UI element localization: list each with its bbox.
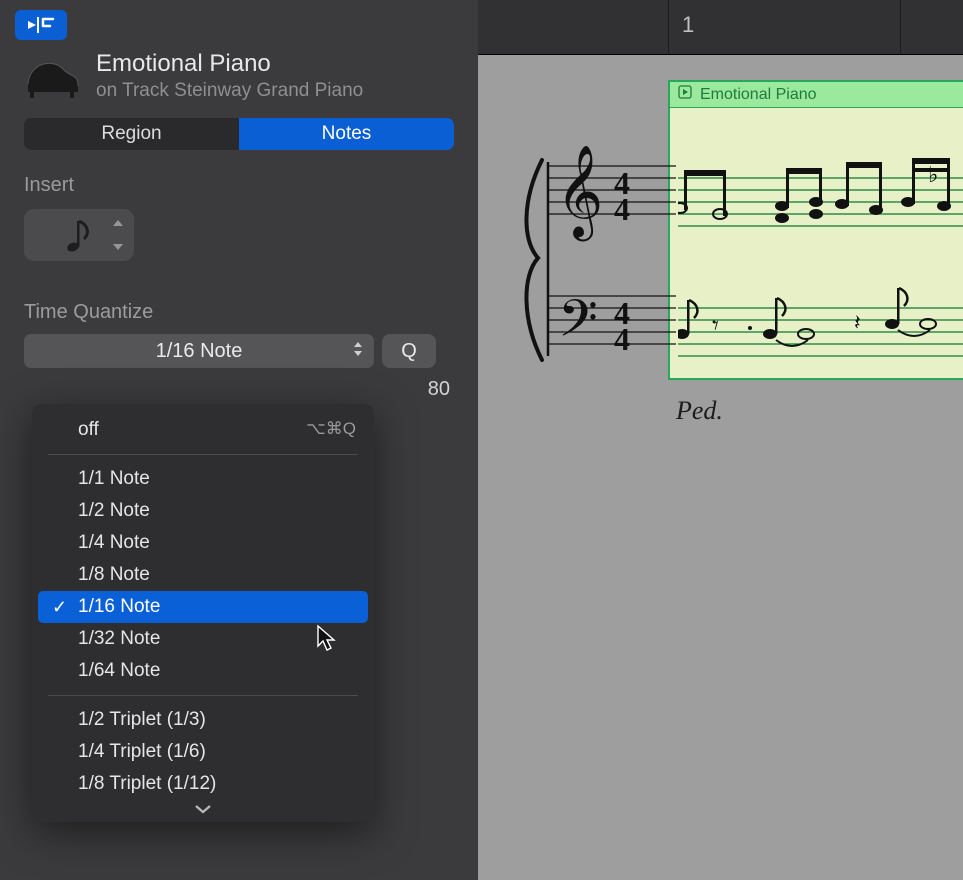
svg-text:4: 4 <box>614 191 630 227</box>
score-region-name: Emotional Piano <box>700 86 817 104</box>
menu-item[interactable]: 1/8 Triplet (1/12) <box>32 768 374 800</box>
chevron-up-icon <box>112 219 124 227</box>
insert-label: Insert <box>24 174 454 197</box>
music-staff: ♭ 𝄾 𝄽 <box>678 148 963 418</box>
ruler-bar-number: 1 <box>682 12 694 38</box>
menu-item-off[interactable]: off ⌥⌘Q <box>32 414 374 446</box>
score-region[interactable]: Emotional Piano <box>668 80 963 380</box>
svg-text:♭: ♭ <box>928 162 938 187</box>
menu-item[interactable]: 1/4 Note <box>32 527 374 559</box>
eighth-note-icon <box>64 215 94 255</box>
quantize-strength-value[interactable]: 80 <box>428 378 450 401</box>
time-quantize-value: 1/16 Note <box>156 340 243 363</box>
svg-text:𝄞: 𝄞 <box>556 146 603 241</box>
menu-separator <box>48 454 358 455</box>
tab-region[interactable]: Region <box>24 118 239 150</box>
svg-text:𝄢: 𝄢 <box>558 292 598 360</box>
menu-more[interactable] <box>32 800 374 816</box>
chevron-down-icon <box>112 243 124 251</box>
menu-item[interactable]: 1/2 Triplet (1/3) <box>32 704 374 736</box>
svg-text:4: 4 <box>614 165 630 201</box>
svg-text:4: 4 <box>614 321 630 357</box>
menu-separator <box>48 695 358 696</box>
catch-playhead-button[interactable] <box>15 10 67 40</box>
check-icon: ✓ <box>52 597 67 618</box>
svg-text:𝄽: 𝄽 <box>854 310 861 335</box>
menu-item[interactable]: 1/4 Triplet (1/6) <box>32 736 374 768</box>
region-title: Emotional Piano <box>96 50 363 78</box>
time-quantize-label: Time Quantize <box>24 301 454 324</box>
pedal-marking: Ped. <box>676 396 723 426</box>
menu-item[interactable]: 1/1 Note <box>32 463 374 495</box>
instrument-icon <box>24 52 80 100</box>
region-subtitle: on Track Steinway Grand Piano <box>96 80 363 102</box>
menu-item-selected[interactable]: ✓ 1/16 Note <box>38 591 368 623</box>
tab-notes[interactable]: Notes <box>239 118 454 150</box>
inspector-mode-segmented: Region Notes <box>24 118 454 150</box>
menu-item[interactable]: 1/32 Note <box>32 623 374 655</box>
menu-item[interactable]: 1/8 Note <box>32 559 374 591</box>
score-editor[interactable]: 1 Emotional Piano <box>478 0 963 880</box>
menu-item[interactable]: 1/2 Note <box>32 495 374 527</box>
menu-item[interactable]: 1/64 Note <box>32 655 374 687</box>
chevron-down-icon <box>194 804 212 814</box>
svg-text:4: 4 <box>614 295 630 331</box>
region-loop-icon <box>678 85 692 104</box>
svg-text:𝄾: 𝄾 <box>712 311 719 340</box>
staff-brace: 𝄞 𝄢 4 4 4 4 <box>516 140 676 380</box>
popup-arrows-icon <box>352 340 364 363</box>
quantize-button[interactable]: Q <box>382 334 436 368</box>
catch-playhead-icon <box>26 16 56 34</box>
insert-stepper[interactable] <box>112 219 126 251</box>
time-quantize-menu: off ⌥⌘Q 1/1 Note 1/2 Note 1/4 Note 1/8 N… <box>32 404 374 822</box>
ruler[interactable]: 1 <box>478 0 963 55</box>
insert-note-value[interactable] <box>24 209 134 261</box>
time-quantize-popup[interactable]: 1/16 Note <box>24 334 374 368</box>
menu-shortcut: ⌥⌘Q <box>306 419 356 439</box>
